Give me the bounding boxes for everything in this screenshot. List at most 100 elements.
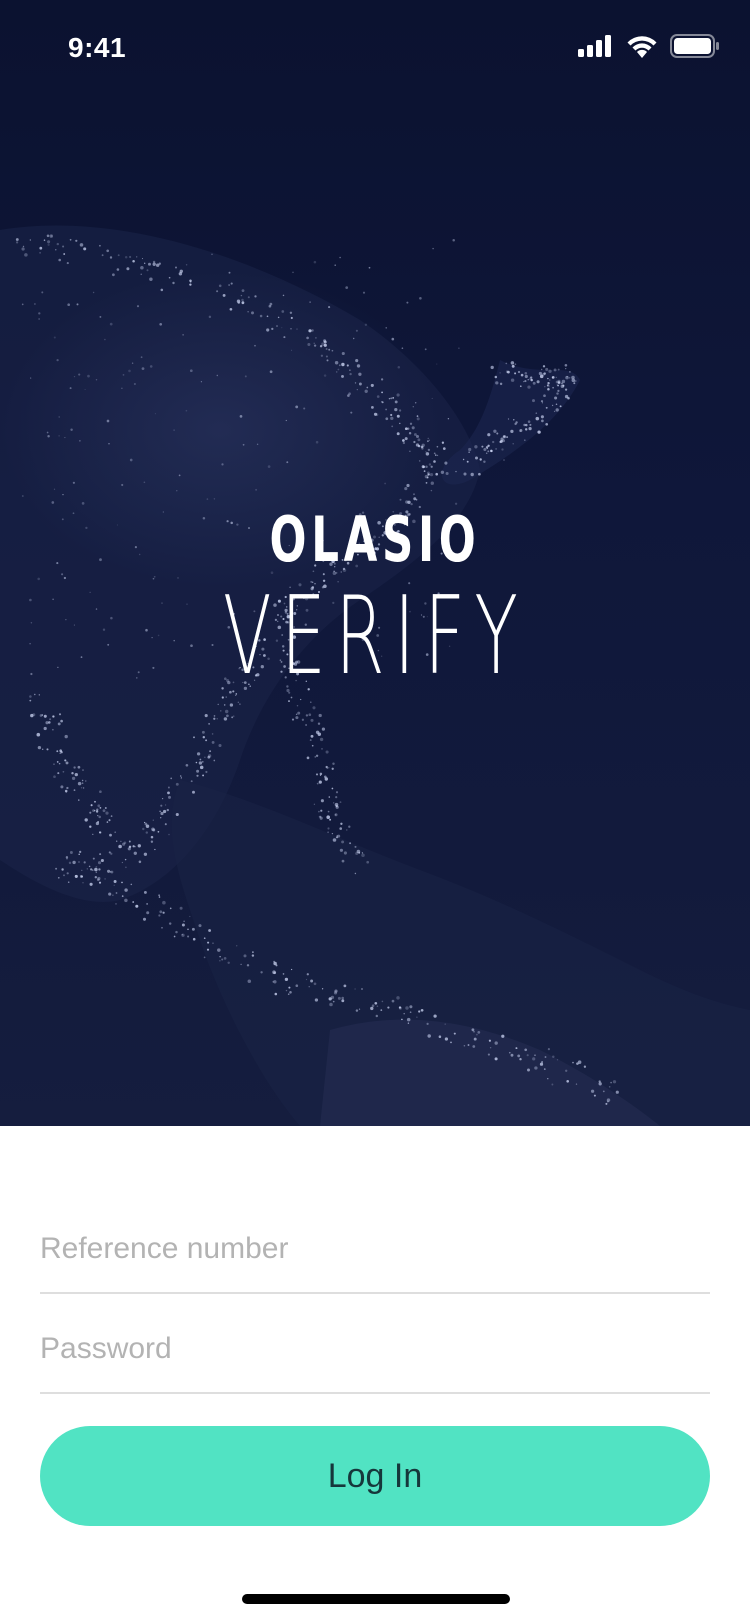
city-light-dot — [548, 369, 552, 373]
city-light-dot — [310, 718, 314, 722]
city-light-dot — [503, 435, 506, 438]
password-input[interactable] — [40, 1332, 710, 1366]
city-light-dot — [427, 1034, 431, 1038]
city-light-dot — [240, 963, 242, 966]
city-light-dot — [610, 1081, 612, 1084]
city-light-dot — [57, 772, 60, 775]
city-light-dot — [92, 809, 95, 812]
city-light-dot — [385, 327, 387, 329]
city-light-dot — [295, 405, 299, 409]
city-light-dot — [276, 325, 278, 327]
city-light-dot — [337, 368, 340, 371]
city-light-dot — [217, 703, 219, 706]
city-light-dot — [148, 262, 151, 266]
city-light-dot — [561, 379, 566, 384]
city-light-dot — [259, 314, 263, 318]
reference-number-input[interactable] — [40, 1232, 710, 1266]
city-light-dot — [470, 472, 474, 477]
city-light-dot — [179, 906, 183, 910]
city-light-dot — [168, 795, 171, 799]
city-light-dot — [384, 482, 386, 485]
city-light-dot — [89, 591, 91, 593]
city-light-dot — [271, 327, 274, 331]
city-light-dot — [406, 483, 410, 488]
city-light-dot — [593, 1094, 596, 1097]
city-light-dot — [323, 340, 327, 344]
city-light-dot — [320, 799, 324, 803]
city-light-dot — [590, 1089, 595, 1093]
city-light-dot — [381, 1000, 384, 1003]
log-in-button[interactable]: Log In — [40, 1426, 710, 1526]
city-light-dot — [313, 803, 316, 805]
city-light-dot — [143, 481, 146, 484]
city-light-dot — [301, 718, 305, 721]
city-light-dot — [313, 260, 317, 264]
city-light-dot — [85, 780, 87, 782]
city-light-dot — [552, 386, 554, 389]
city-light-dot — [430, 465, 433, 468]
city-light-dot — [572, 1061, 574, 1064]
city-light-dot — [69, 851, 73, 854]
city-light-dot — [158, 262, 161, 265]
city-light-dot — [102, 809, 106, 813]
city-light-dot — [89, 811, 92, 814]
city-light-dot — [97, 814, 99, 817]
city-light-dot — [82, 769, 84, 772]
city-light-dot — [311, 744, 314, 747]
city-light-dot — [189, 279, 192, 283]
city-light-dot — [308, 329, 312, 333]
city-light-dot — [335, 796, 338, 799]
city-light-dot — [391, 337, 395, 341]
city-light-dot — [213, 498, 216, 500]
city-light-dot — [246, 964, 250, 967]
city-light-dot — [52, 715, 55, 718]
city-light-dot — [109, 833, 112, 837]
city-light-dot — [314, 998, 319, 1002]
city-light-dot — [154, 413, 156, 415]
city-light-dot — [560, 384, 565, 388]
city-light-dot — [481, 445, 484, 448]
city-light-dot — [255, 488, 258, 491]
city-light-dot — [354, 382, 357, 384]
city-light-dot — [516, 1047, 518, 1049]
city-light-dot — [89, 825, 92, 828]
city-light-dot — [152, 819, 154, 821]
city-light-dot — [318, 780, 322, 784]
city-light-dot — [341, 374, 344, 378]
city-light-dot — [43, 726, 47, 731]
city-light-dot — [445, 471, 449, 476]
city-light-dot — [375, 1014, 379, 1018]
city-light-dot — [390, 397, 393, 400]
city-light-dot — [399, 498, 402, 501]
city-light-dot — [535, 416, 540, 421]
city-light-dot — [211, 253, 213, 256]
city-light-dot — [494, 1057, 498, 1061]
city-light-dot — [164, 823, 167, 826]
city-light-dot — [189, 283, 192, 286]
city-light-dot — [487, 450, 490, 453]
city-light-dot — [415, 443, 420, 447]
city-light-dot — [348, 392, 351, 396]
city-light-dot — [90, 804, 93, 807]
city-light-dot — [99, 807, 102, 809]
city-light-dot — [543, 1068, 546, 1070]
city-light-dot — [545, 367, 549, 371]
city-light-dot — [61, 518, 64, 521]
city-light-dot — [396, 393, 400, 397]
city-light-dot — [204, 714, 208, 718]
city-light-dot — [79, 874, 83, 878]
city-light-dot — [364, 323, 368, 327]
city-light-dot — [218, 284, 222, 288]
city-light-dot — [143, 852, 148, 856]
city-light-dot — [89, 882, 93, 886]
city-light-dot — [508, 1051, 511, 1054]
city-light-dot — [405, 1006, 409, 1010]
city-light-dot — [125, 866, 127, 869]
city-light-dot — [431, 397, 433, 399]
city-light-dot — [380, 1009, 383, 1011]
city-light-dot — [334, 361, 339, 365]
city-light-dot — [73, 624, 75, 626]
password-field-container — [40, 1294, 710, 1394]
city-light-dot — [79, 243, 84, 247]
city-light-dot — [440, 470, 445, 474]
